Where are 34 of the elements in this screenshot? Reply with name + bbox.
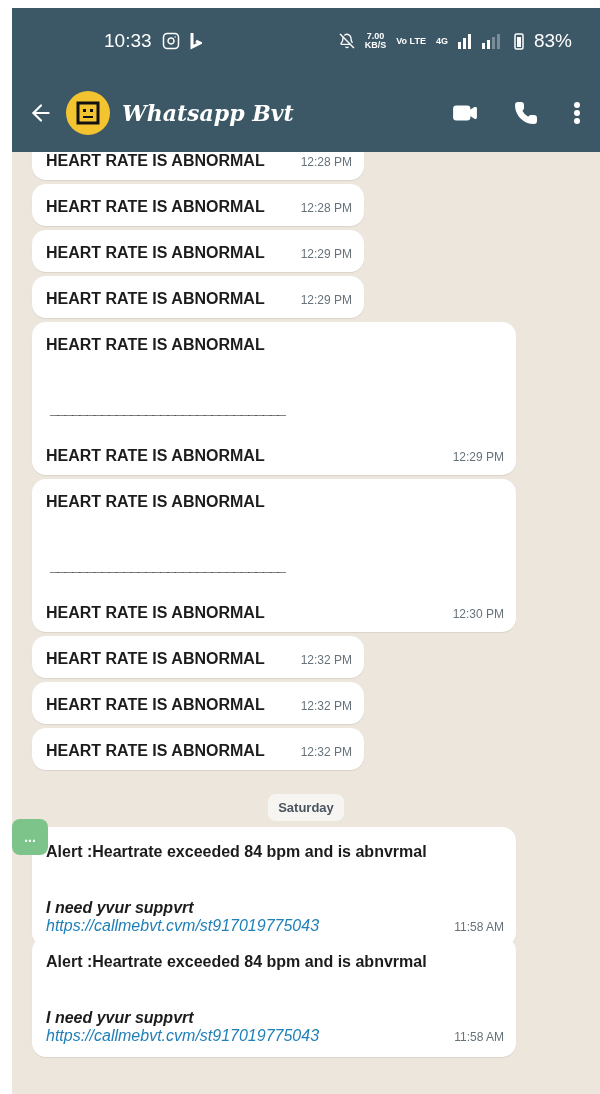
message-text: HEART RATE IS ABNORMAL: [46, 152, 265, 170]
volte-label: Vo LTE: [396, 36, 426, 46]
network-speed: 7.00 KB/S: [364, 32, 387, 50]
message-time: 12:28 PM: [300, 201, 352, 215]
divider-text: ________________________________: [50, 400, 287, 417]
message-time: 12:28 PM: [300, 155, 352, 169]
message-text: HEART RATE IS ABNORMAL: [46, 493, 266, 511]
battery-percent: 83%: [533, 30, 572, 52]
message-text: HEART RATE IS ABNORMAL: [46, 696, 265, 714]
message-text: HEART RATE IS ABNORMAL: [46, 290, 265, 308]
message-text: Alert :Heartrate exceeded 84 bpm and is abnvrmal: [46, 843, 428, 861]
message-text: HEART RATE IS ABNORMAL: [46, 742, 265, 760]
message-time: 12:32 PM: [300, 745, 352, 759]
message-text: HEART RATE IS ABNORMAL: [46, 650, 265, 668]
network-type: 4G: [435, 36, 448, 46]
message-text: HEART RATE IS ABNORMAL: [46, 604, 265, 622]
message-text: HEART RATE IS ABNORMAL: [46, 244, 265, 262]
date-chip: Saturday: [268, 794, 344, 821]
message-text: Alert :Heartrate exceeded 84 bpm and is abnvrmal: [46, 953, 428, 971]
message-time: 12:30 PM: [452, 607, 504, 621]
clock-time: 10:33: [104, 30, 152, 52]
message-text: I need yvur suppvrt: [46, 899, 195, 917]
message-time: 11:58 AM: [454, 1030, 504, 1044]
message-time: 12:29 PM: [300, 293, 352, 307]
message-time: 12:32 PM: [300, 699, 352, 713]
divider-text: ________________________________: [50, 557, 287, 574]
message-text: HEART RATE IS ABNORMAL: [46, 198, 265, 216]
message-time: 11:58 AM: [454, 920, 504, 934]
message-text: I need yvur suppvrt: [46, 1009, 195, 1027]
message-time: 12:32 PM: [300, 653, 352, 667]
message-text: HEART RATE IS ABNORMAL: [46, 447, 265, 465]
message-time: 12:29 PM: [300, 247, 352, 261]
message-time: 12:29 PM: [452, 450, 504, 464]
message-text: HEART RATE IS ABNORMAL: [46, 336, 266, 354]
